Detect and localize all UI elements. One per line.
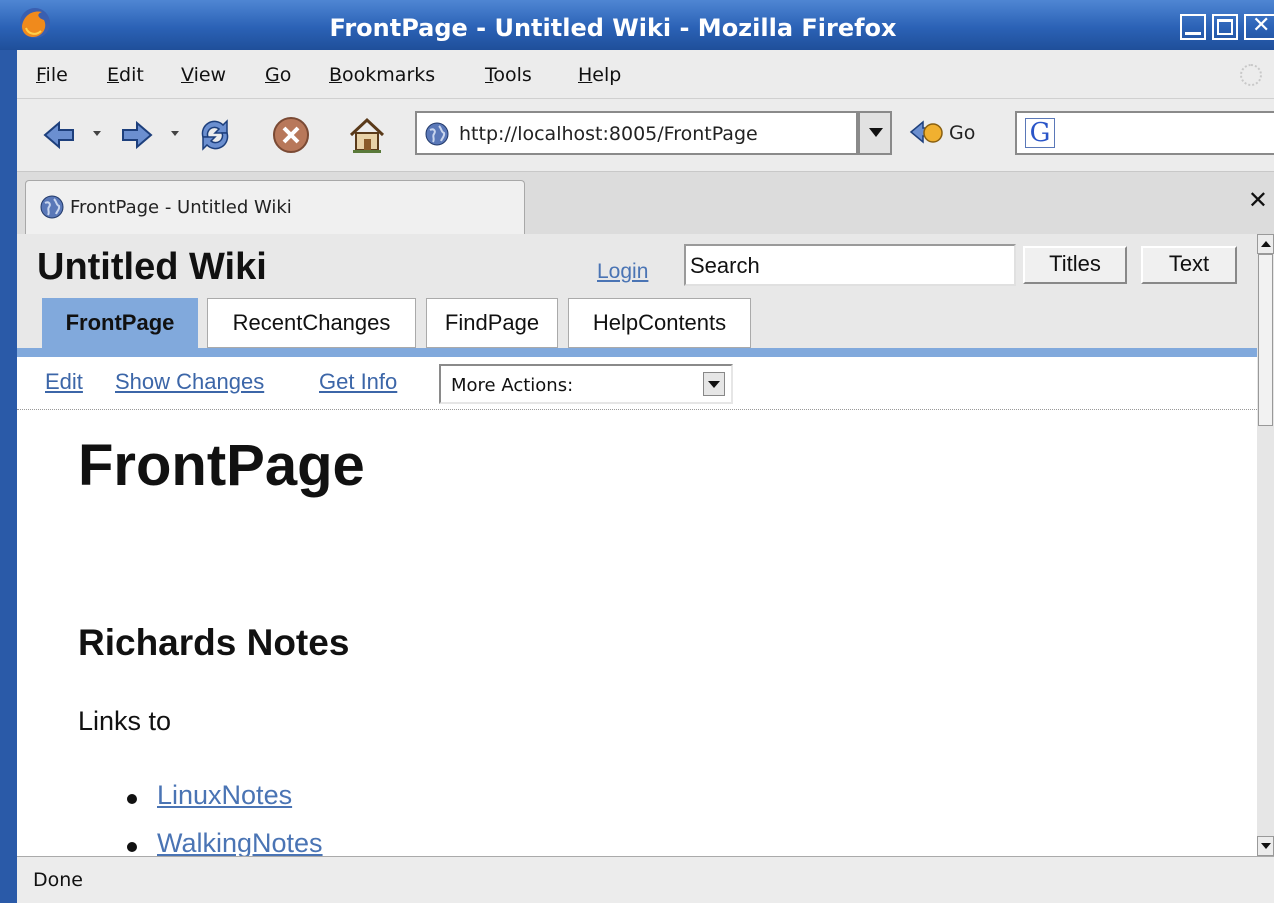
- more-actions-select[interactable]: More Actions:: [439, 364, 733, 404]
- page-title: FrontPage: [78, 433, 365, 498]
- globe-icon: [425, 122, 449, 146]
- chevron-down-icon[interactable]: [703, 372, 725, 396]
- titles-button[interactable]: Titles: [1023, 246, 1127, 284]
- section-heading: Richards Notes: [78, 622, 350, 663]
- browser-frame: File Edit View Go Bookmarks Tools Help h…: [17, 50, 1274, 903]
- url-dropdown-button[interactable]: [858, 111, 892, 155]
- scroll-thumb[interactable]: [1258, 254, 1273, 426]
- tab-label: FrontPage - Untitled Wiki: [70, 197, 292, 218]
- close-tab-icon[interactable]: ✕: [1248, 186, 1268, 214]
- throbber-icon: [1240, 64, 1262, 86]
- menu-edit[interactable]: Edit: [107, 64, 144, 86]
- menu-file[interactable]: File: [36, 64, 68, 86]
- tab-frontpage[interactable]: FrontPage - Untitled Wiki: [25, 180, 525, 234]
- go-icon: [909, 120, 943, 144]
- paragraph: Links to: [78, 706, 172, 736]
- menu-bookmarks[interactable]: Bookmarks: [329, 64, 435, 86]
- go-label: Go: [949, 122, 976, 144]
- status-text: Done: [33, 869, 83, 891]
- home-icon[interactable]: [345, 113, 389, 157]
- forward-dropdown-icon[interactable]: [171, 131, 179, 136]
- search-engine-box[interactable]: G: [1015, 111, 1274, 155]
- walkingnotes-link[interactable]: WalkingNotes: [157, 828, 323, 856]
- url-text: http://localhost:8005/FrontPage: [459, 123, 758, 145]
- tab-recentchanges[interactable]: RecentChanges: [207, 298, 416, 348]
- globe-icon: [40, 195, 64, 219]
- menu-view[interactable]: View: [181, 64, 226, 86]
- window-title: FrontPage - Untitled Wiki - Mozilla Fire…: [329, 14, 897, 42]
- firefox-window: FrontPage - Untitled Wiki - Mozilla Fire…: [0, 0, 1274, 903]
- text-button[interactable]: Text: [1141, 246, 1237, 284]
- forward-icon[interactable]: [115, 113, 159, 157]
- google-icon[interactable]: G: [1025, 118, 1055, 148]
- menu-go[interactable]: Go: [265, 64, 291, 86]
- get-info-link[interactable]: Get Info: [319, 369, 397, 395]
- scroll-up-icon[interactable]: [1257, 234, 1274, 254]
- linuxnotes-link[interactable]: LinuxNotes: [157, 780, 292, 811]
- show-changes-link[interactable]: Show Changes: [115, 369, 264, 395]
- tab-strip: FrontPage - Untitled Wiki ✕: [17, 172, 1274, 234]
- search-input[interactable]: Search: [684, 244, 1016, 286]
- site-name[interactable]: Untitled Wiki: [37, 246, 267, 289]
- url-bar[interactable]: http://localhost:8005/FrontPage: [415, 111, 858, 155]
- minimize-button[interactable]: [1180, 14, 1206, 40]
- scroll-down-icon[interactable]: [1257, 836, 1274, 856]
- menu-bar: File Edit View Go Bookmarks Tools Help: [17, 50, 1274, 99]
- bullet-icon: [127, 794, 137, 804]
- tab-helpcontents[interactable]: HelpContents: [568, 298, 751, 348]
- menu-tools[interactable]: Tools: [485, 64, 532, 86]
- wiki-header: Untitled Wiki Login Search Titles Text F…: [17, 234, 1257, 350]
- tab-frontpage-nav[interactable]: FrontPage: [42, 298, 198, 348]
- maximize-button[interactable]: [1212, 14, 1238, 40]
- status-bar: Done: [17, 856, 1274, 903]
- back-icon[interactable]: [37, 113, 81, 157]
- page-content: Untitled Wiki Login Search Titles Text F…: [17, 234, 1257, 856]
- stop-icon[interactable]: [269, 113, 313, 157]
- tab-findpage[interactable]: FindPage: [426, 298, 558, 348]
- bullet-icon: [127, 842, 137, 852]
- more-actions-label: More Actions:: [451, 375, 574, 396]
- vertical-scrollbar[interactable]: [1257, 234, 1274, 856]
- close-window-button[interactable]: [1244, 13, 1274, 40]
- title-bar[interactable]: FrontPage - Untitled Wiki - Mozilla Fire…: [0, 0, 1274, 50]
- login-link[interactable]: Login: [597, 260, 648, 284]
- nav-underline: [17, 348, 1257, 357]
- menu-help[interactable]: Help: [578, 64, 621, 86]
- navigation-toolbar: http://localhost:8005/FrontPage Go G: [17, 99, 1274, 172]
- back-dropdown-icon[interactable]: [93, 131, 101, 136]
- edit-link[interactable]: Edit: [45, 369, 83, 395]
- reload-icon[interactable]: [193, 113, 237, 157]
- action-bar: Edit Show Changes Get Info More Actions:: [17, 357, 1257, 410]
